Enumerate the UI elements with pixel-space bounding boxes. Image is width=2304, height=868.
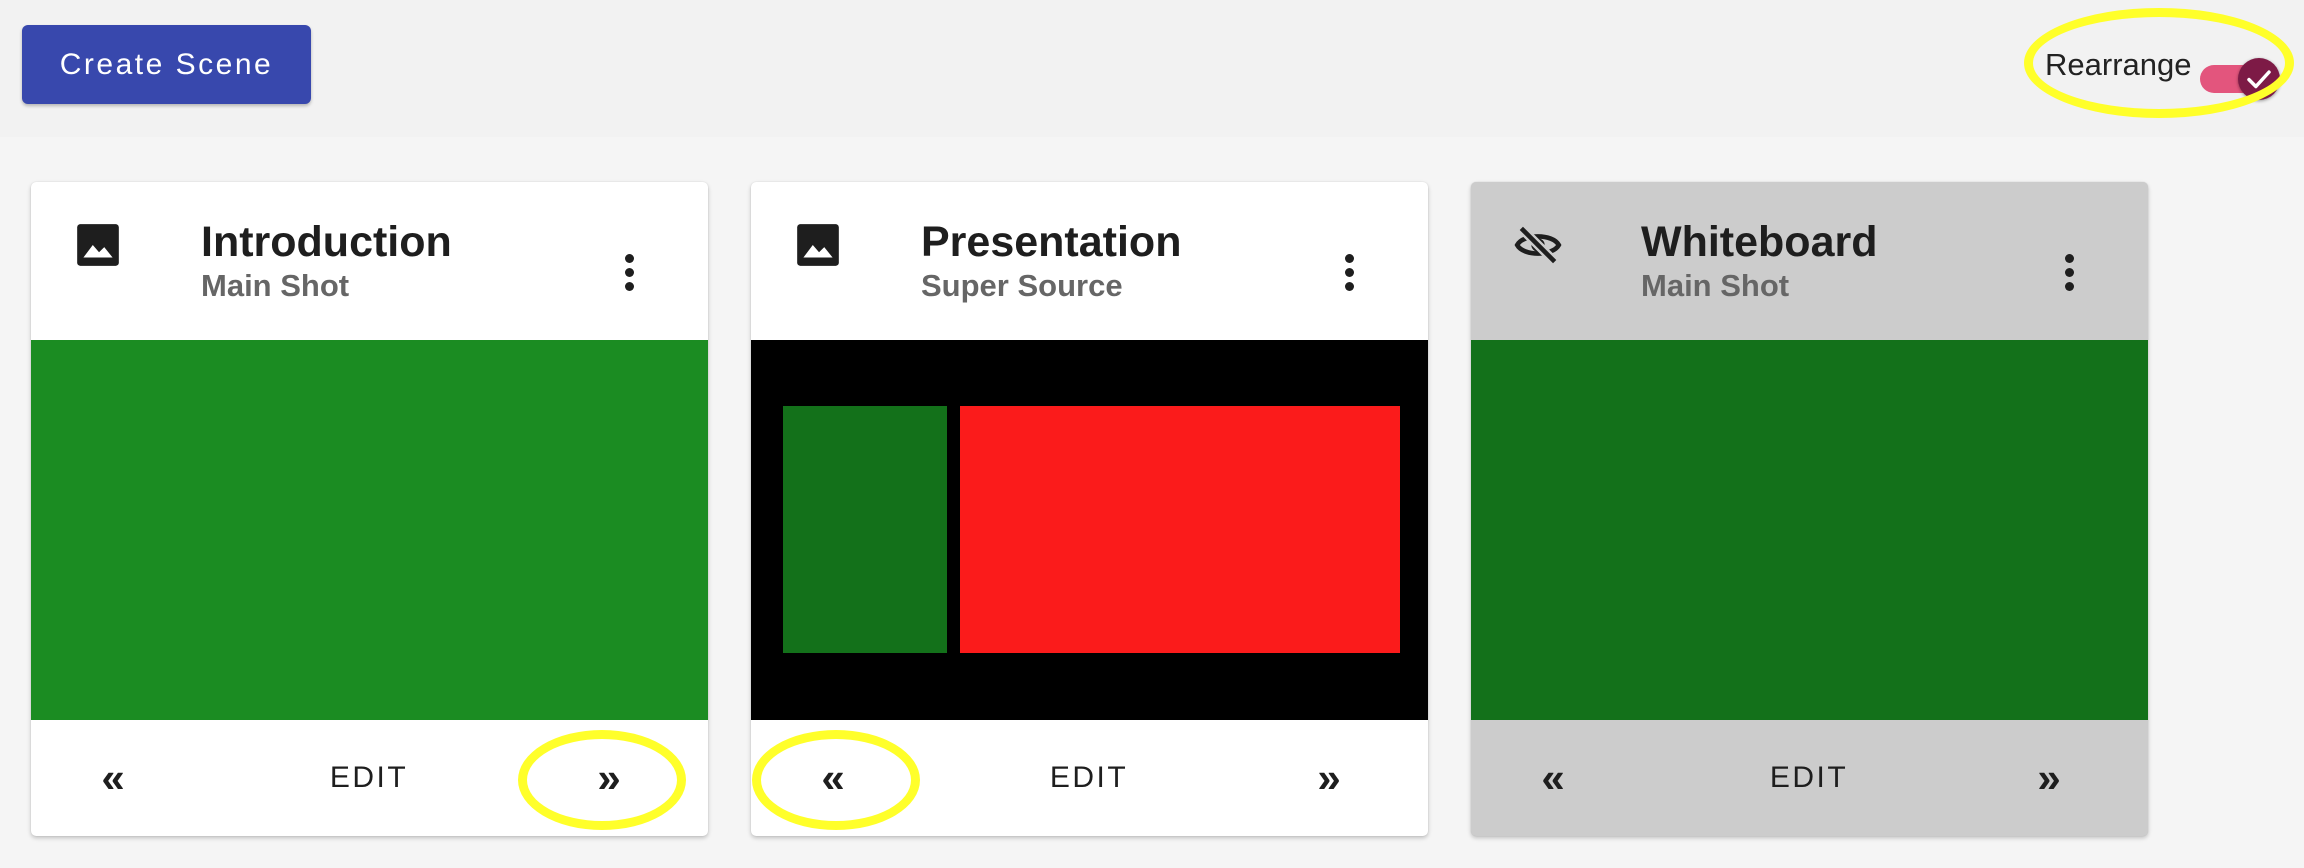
scene-actions: « EDIT » xyxy=(751,720,1428,836)
scene-subtitle: Main Shot xyxy=(1641,268,1790,303)
rearrange-label: Rearrange xyxy=(2045,47,2192,82)
toggle-thumb[interactable] xyxy=(2238,58,2280,100)
scene-title: Presentation xyxy=(921,218,1182,266)
create-scene-button[interactable]: Create Scene xyxy=(22,25,311,104)
move-right-button[interactable]: » xyxy=(2019,748,2079,808)
preview-source-right xyxy=(960,406,1400,653)
scene-card-header: Whiteboard Main Shot xyxy=(1471,182,2148,340)
scene-preview xyxy=(751,340,1428,720)
toolbar: Create Scene Rearrange xyxy=(0,0,2304,137)
more-options-icon[interactable] xyxy=(611,242,647,302)
move-right-button[interactable]: » xyxy=(579,748,639,808)
edit-button[interactable]: EDIT xyxy=(299,748,439,808)
scene-actions: « EDIT » xyxy=(1471,720,2148,836)
scene-preview xyxy=(31,340,708,720)
scene-subtitle: Super Source xyxy=(921,268,1123,303)
move-left-button[interactable]: « xyxy=(83,748,143,808)
edit-button[interactable]: EDIT xyxy=(1019,748,1159,808)
scene-title: Introduction xyxy=(201,218,452,266)
scene-card-whiteboard: Whiteboard Main Shot « EDIT » xyxy=(1471,182,2148,836)
scene-card-header: Presentation Super Source xyxy=(751,182,1428,340)
check-icon xyxy=(2247,70,2271,89)
scene-card-header: Introduction Main Shot xyxy=(31,182,708,340)
move-left-button[interactable]: « xyxy=(1523,748,1583,808)
move-left-button[interactable]: « xyxy=(803,748,863,808)
scene-card-introduction: Introduction Main Shot « EDIT » xyxy=(31,182,708,836)
image-icon xyxy=(77,224,119,266)
more-options-icon[interactable] xyxy=(2051,242,2087,302)
edit-button[interactable]: EDIT xyxy=(1739,748,1879,808)
move-right-button[interactable]: » xyxy=(1299,748,1359,808)
preview-source-left xyxy=(783,406,947,653)
more-options-icon[interactable] xyxy=(1331,242,1367,302)
rearrange-toggle[interactable]: Rearrange xyxy=(2030,14,2292,114)
scene-card-presentation: Presentation Super Source « EDIT » xyxy=(751,182,1428,836)
scene-title: Whiteboard xyxy=(1641,218,1878,266)
eye-off-icon xyxy=(1514,225,1562,265)
image-icon xyxy=(797,224,839,266)
scene-actions: « EDIT » xyxy=(31,720,708,836)
scene-preview xyxy=(1471,340,2148,720)
scene-subtitle: Main Shot xyxy=(201,268,350,303)
